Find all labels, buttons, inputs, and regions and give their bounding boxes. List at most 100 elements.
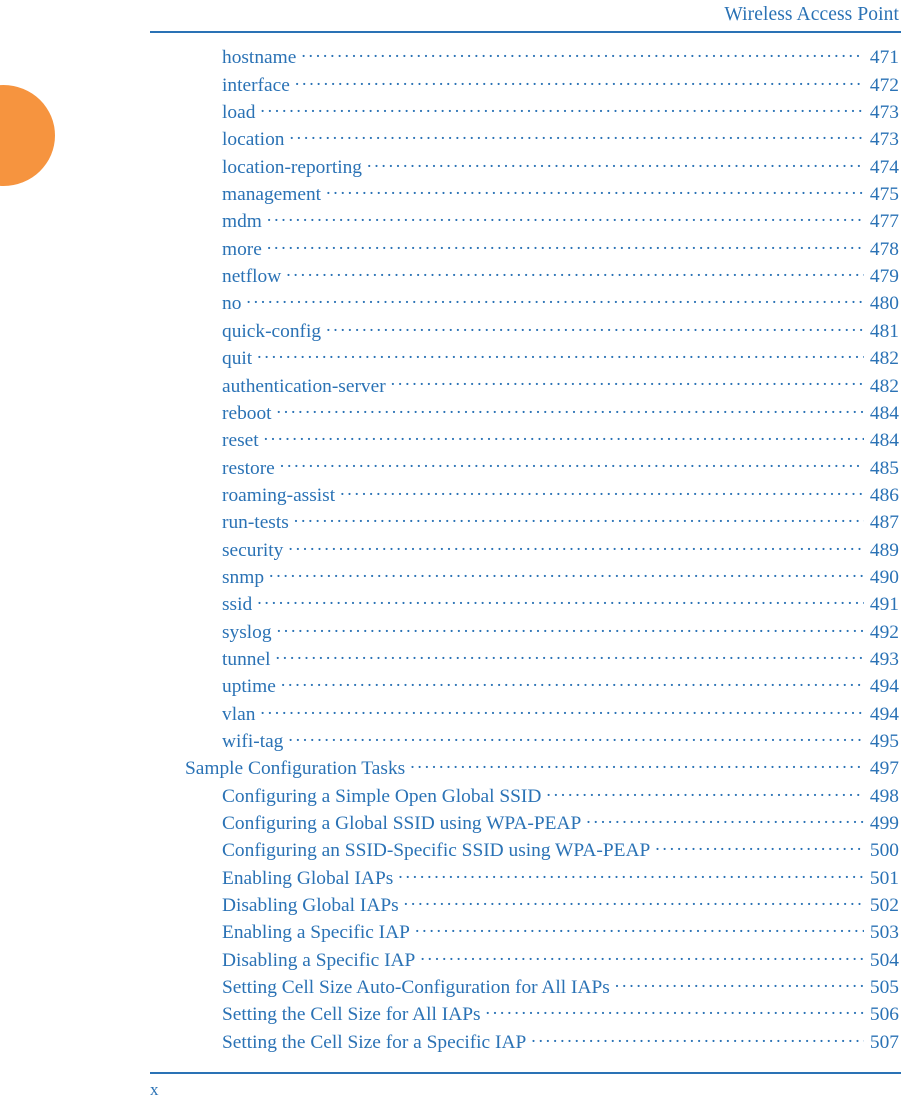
toc-entry[interactable]: security 489 xyxy=(0,536,901,563)
footer-page-number: x xyxy=(150,1080,159,1099)
toc-entry-label: location xyxy=(222,129,285,151)
toc-entry[interactable]: reboot 484 xyxy=(0,399,901,426)
toc-dot-leader xyxy=(586,810,864,829)
toc-entry-page-number: 492 xyxy=(869,621,899,643)
toc-entry[interactable]: Enabling Global IAPs 501 xyxy=(0,864,901,891)
toc-entry-page-number: 498 xyxy=(869,785,899,807)
toc-entry[interactable]: load 473 xyxy=(0,99,901,126)
toc-entry[interactable]: reset 484 xyxy=(0,427,901,454)
toc-entry[interactable]: snmp 490 xyxy=(0,564,901,591)
toc-entry[interactable]: Configuring a Global SSID using WPA-PEAP… xyxy=(0,810,901,837)
toc-entry[interactable]: more 478 xyxy=(0,235,901,262)
toc-entry[interactable]: quick-config 481 xyxy=(0,317,901,344)
toc-dot-leader xyxy=(294,509,864,528)
toc-entry-label: uptime xyxy=(222,676,276,698)
toc-entry-page-number: 484 xyxy=(869,402,899,424)
toc-dot-leader xyxy=(280,454,864,473)
toc-entry-label: Setting Cell Size Auto-Configuration for… xyxy=(222,977,610,999)
toc-entry[interactable]: quit 482 xyxy=(0,345,901,372)
toc-entry[interactable]: location-reporting 474 xyxy=(0,153,901,180)
toc-entry-label: Configuring a Global SSID using WPA-PEAP xyxy=(222,813,582,835)
toc-entry-page-number: 490 xyxy=(869,566,899,588)
toc-entry-page-number: 472 xyxy=(869,74,899,96)
toc-entry-page-number: 485 xyxy=(869,457,899,479)
toc-entry-label: run-tests xyxy=(222,512,289,534)
toc-entry-label: load xyxy=(222,102,256,124)
toc-entry-label: ssid xyxy=(222,594,253,616)
toc-entry-label: tunnel xyxy=(222,648,271,670)
toc-entry-label: quit xyxy=(222,348,253,370)
toc-entry[interactable]: uptime 494 xyxy=(0,673,901,700)
toc-entry[interactable]: Disabling a Specific IAP 504 xyxy=(0,946,901,973)
toc-entry-page-number: 486 xyxy=(869,484,899,506)
toc-entry[interactable]: syslog 492 xyxy=(0,618,901,645)
toc-entry[interactable]: run-tests 487 xyxy=(0,509,901,536)
toc-dot-leader xyxy=(269,564,864,583)
toc-dot-leader xyxy=(288,536,864,555)
toc-entry-label: Disabling a Specific IAP xyxy=(222,949,416,971)
toc-entry-page-number: 482 xyxy=(869,348,899,370)
toc-entry[interactable]: wifi-tag 495 xyxy=(0,728,901,755)
toc-dot-leader xyxy=(655,837,864,856)
toc-entry-page-number: 494 xyxy=(869,703,899,725)
toc-entry-page-number: 502 xyxy=(869,895,899,917)
toc-dot-leader xyxy=(326,317,864,336)
toc-entry-label: security xyxy=(222,539,284,561)
toc-entry-label: more xyxy=(222,238,262,260)
toc-entry[interactable]: Configuring an SSID-Specific SSID using … xyxy=(0,837,901,864)
toc-dot-leader xyxy=(286,263,864,282)
toc-entry-label: syslog xyxy=(222,621,272,643)
toc-dot-leader xyxy=(531,1028,864,1047)
toc-entry-page-number: 474 xyxy=(869,156,899,178)
toc-entry[interactable]: mdm 477 xyxy=(0,208,901,235)
toc-entry-page-number: 503 xyxy=(869,922,899,944)
toc-entry-page-number: 499 xyxy=(869,813,899,835)
toc-dot-leader xyxy=(264,427,864,446)
toc-entry-page-number: 473 xyxy=(869,129,899,151)
toc-entry[interactable]: Disabling Global IAPs 502 xyxy=(0,892,901,919)
toc-entry[interactable]: no 480 xyxy=(0,290,901,317)
toc-dot-leader xyxy=(404,892,864,911)
toc-entry-page-number: 495 xyxy=(869,730,899,752)
toc-entry[interactable]: Setting the Cell Size for a Specific IAP… xyxy=(0,1028,901,1055)
toc-entry-label: snmp xyxy=(222,566,265,588)
toc-dot-leader xyxy=(391,372,864,391)
toc-entry-label: Enabling Global IAPs xyxy=(222,867,394,889)
toc-entry-label: hostname xyxy=(222,47,297,69)
toc-entry[interactable]: Setting Cell Size Auto-Configuration for… xyxy=(0,974,901,1001)
toc-entry[interactable]: roaming-assist 486 xyxy=(0,482,901,509)
toc-entry[interactable]: netflow 479 xyxy=(0,263,901,290)
toc-entry-page-number: 484 xyxy=(869,430,899,452)
toc-entry[interactable]: tunnel 493 xyxy=(0,646,901,673)
toc-entry-label: wifi-tag xyxy=(222,730,284,752)
toc-entry-page-number: 500 xyxy=(869,840,899,862)
toc-entry[interactable]: vlan 494 xyxy=(0,700,901,727)
toc-entry[interactable]: restore 485 xyxy=(0,454,901,481)
toc-entry-page-number: 471 xyxy=(869,47,899,69)
toc-entry[interactable]: authentication-server 482 xyxy=(0,372,901,399)
toc-entry[interactable]: Setting the Cell Size for All IAPs 506 xyxy=(0,1001,901,1028)
toc-entry-page-number: 482 xyxy=(869,375,899,397)
toc-entry[interactable]: Sample Configuration Tasks 497 xyxy=(0,755,901,782)
toc-entry-label: Sample Configuration Tasks xyxy=(185,758,406,780)
toc-entry-page-number: 487 xyxy=(869,512,899,534)
toc-dot-leader xyxy=(367,153,864,172)
toc-entry[interactable]: hostname 471 xyxy=(0,44,901,71)
toc-entry[interactable]: management 475 xyxy=(0,181,901,208)
toc-entry-page-number: 506 xyxy=(869,1004,899,1026)
toc-entry-label: location-reporting xyxy=(222,156,362,178)
toc-entry-page-number: 475 xyxy=(869,184,899,206)
toc-entry[interactable]: location 473 xyxy=(0,126,901,153)
toc-dot-leader xyxy=(267,235,864,254)
toc-dot-leader xyxy=(420,946,864,965)
toc-entry-page-number: 480 xyxy=(869,293,899,315)
toc-entry[interactable]: Configuring a Simple Open Global SSID 498 xyxy=(0,782,901,809)
toc-dot-leader xyxy=(277,399,864,418)
toc-entry-page-number: 501 xyxy=(869,867,899,889)
toc-entry[interactable]: interface 472 xyxy=(0,71,901,98)
toc-dot-leader xyxy=(340,482,864,501)
toc-entry-page-number: 489 xyxy=(869,539,899,561)
toc-entry[interactable]: ssid 491 xyxy=(0,591,901,618)
toc-entry[interactable]: Enabling a Specific IAP 503 xyxy=(0,919,901,946)
toc-dot-leader xyxy=(486,1001,864,1020)
